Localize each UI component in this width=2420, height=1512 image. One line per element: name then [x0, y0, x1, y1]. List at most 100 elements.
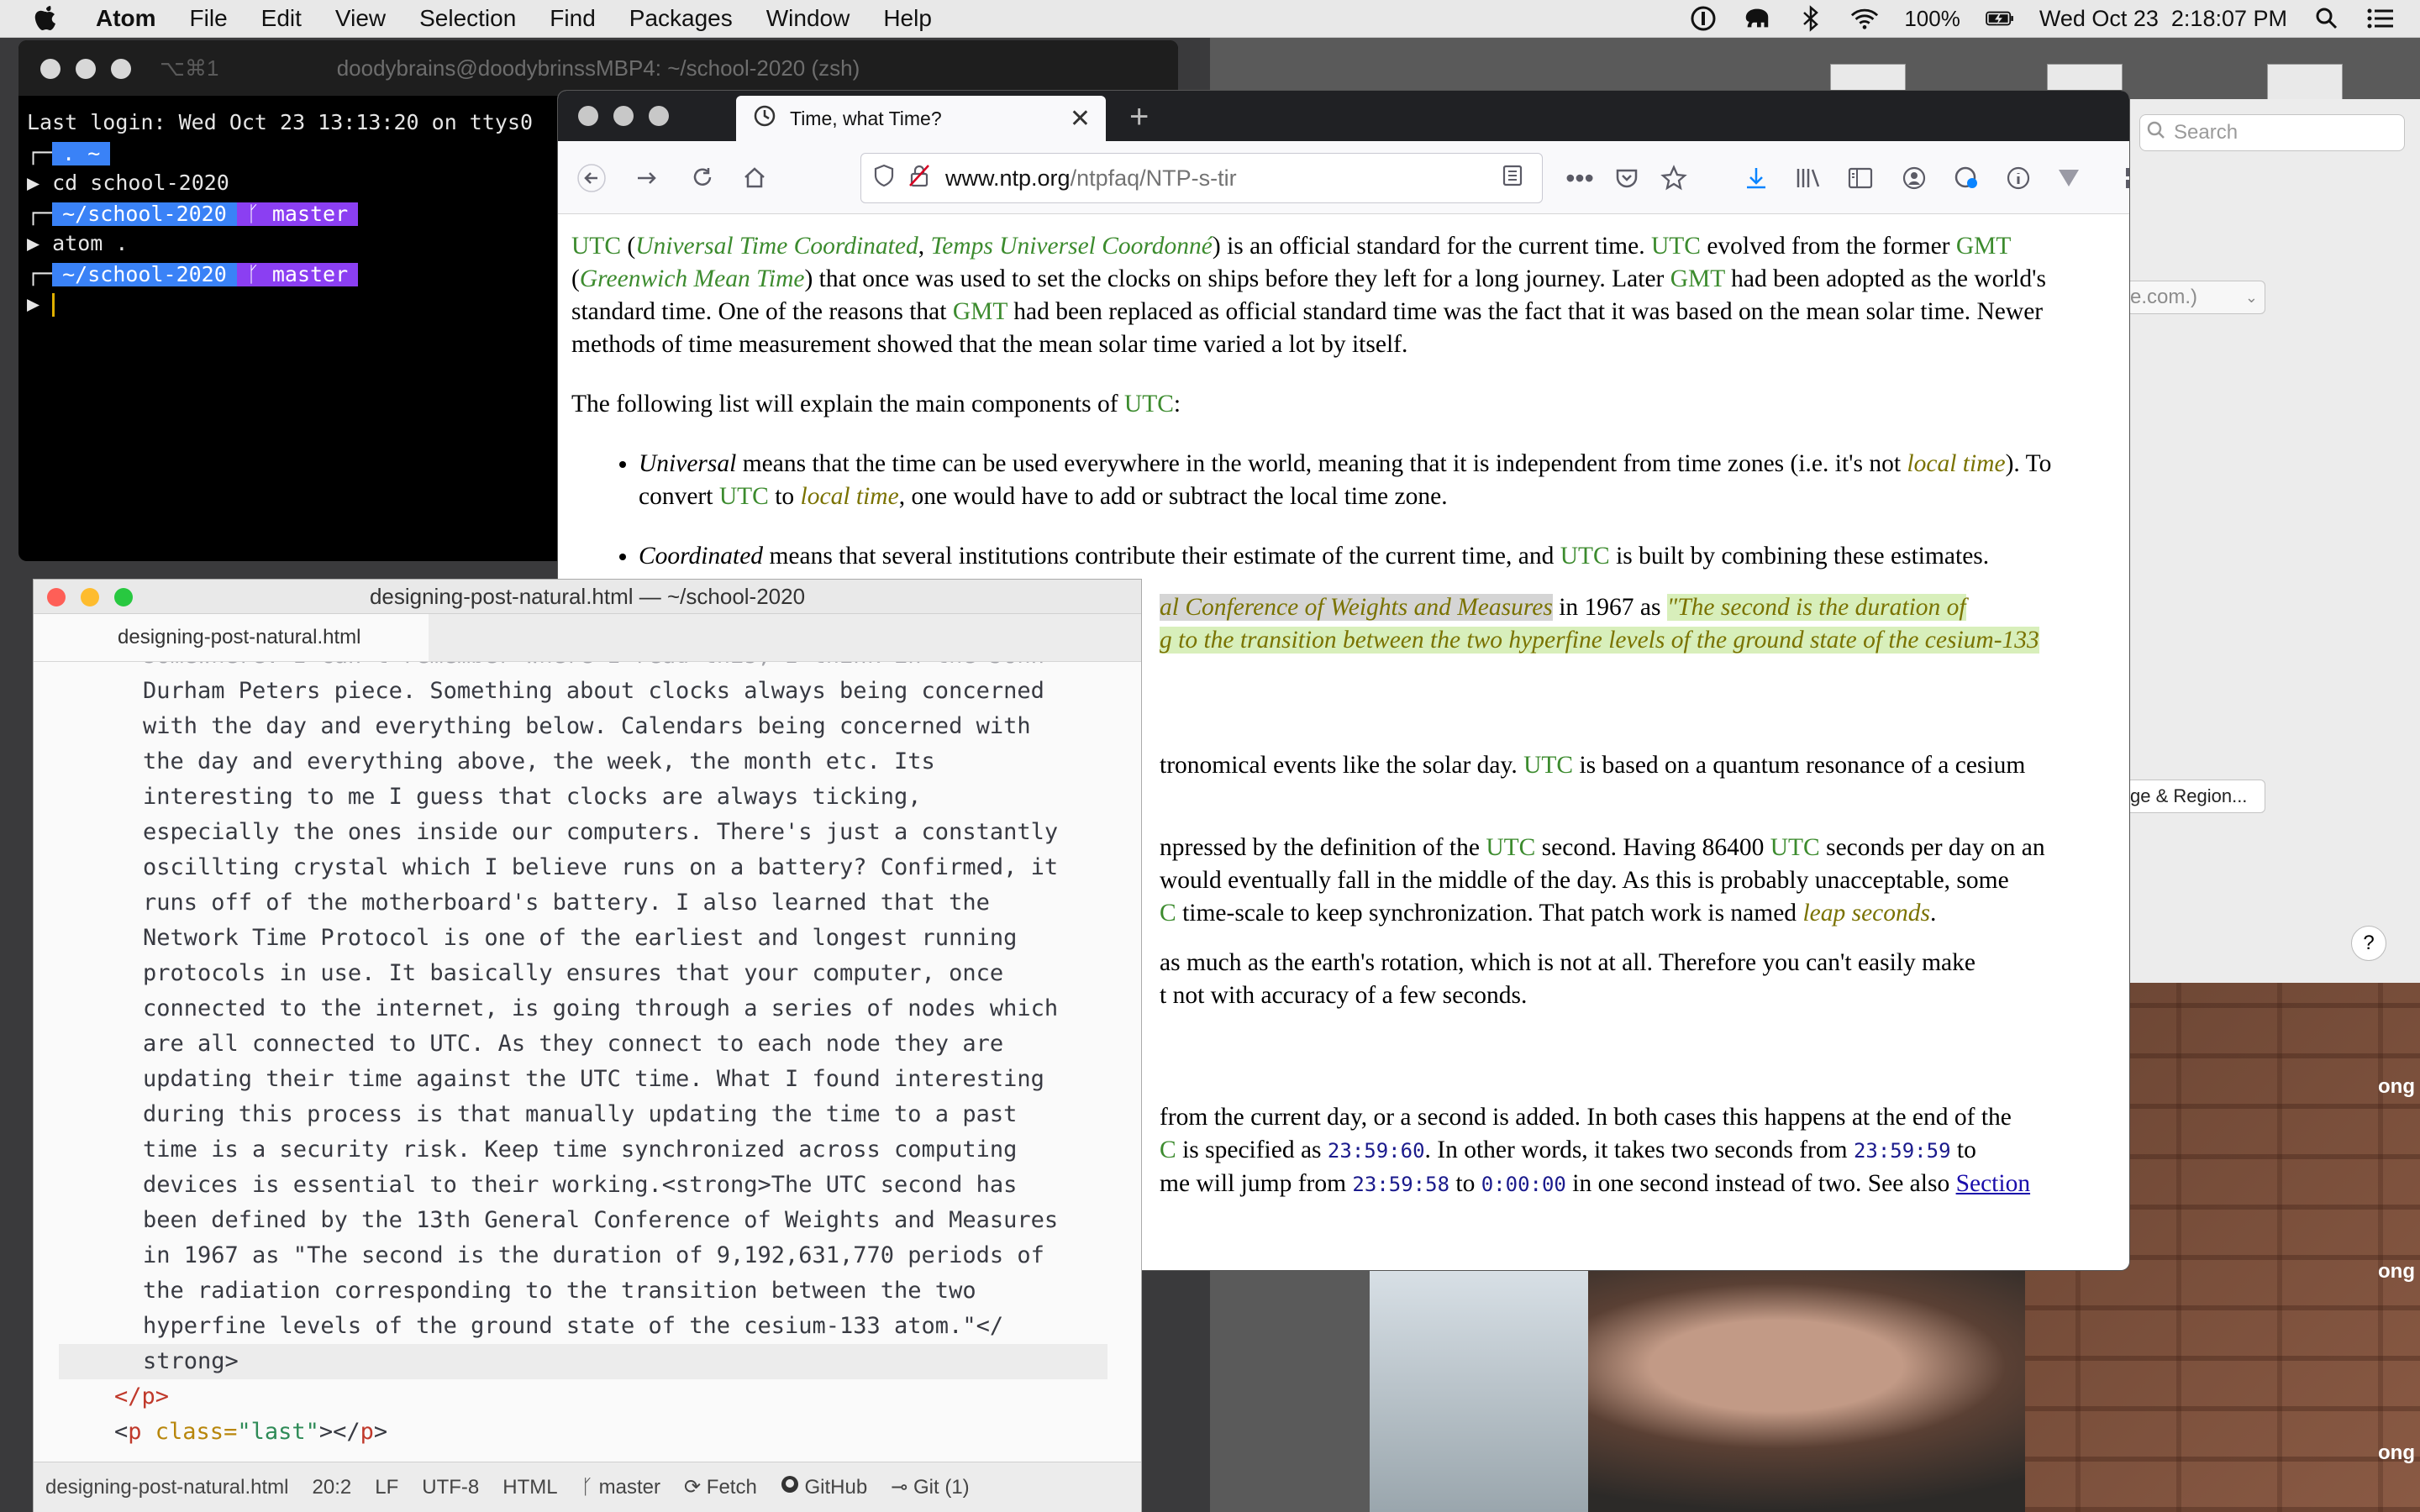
battery-charging-icon[interactable]: [1986, 4, 2014, 33]
code-line: during this process is that manually upd…: [143, 1101, 1018, 1127]
extension-icon[interactable]: [1948, 160, 1985, 197]
code-editor[interactable]: somewhere. I can't remember where I read…: [34, 662, 1141, 1452]
reader-view-icon[interactable]: [1502, 164, 1523, 193]
tab-title: Time, what Time?: [790, 107, 942, 129]
terminal-titlebar[interactable]: ⌥⌘1 doodybrains@doodybrinssMBP4: ~/schoo…: [18, 40, 1178, 96]
status-grammar[interactable]: HTML: [502, 1476, 557, 1499]
downloads-icon[interactable]: [1738, 160, 1775, 197]
status-fetch[interactable]: ⟳ Fetch: [684, 1475, 757, 1499]
status-cursor-position[interactable]: 20:2: [313, 1476, 352, 1499]
menu-view[interactable]: View: [335, 5, 386, 32]
account-icon[interactable]: [1896, 160, 1933, 197]
text-cursor: [52, 293, 55, 317]
status-branch[interactable]: ᚴ master: [581, 1476, 660, 1499]
time-code: 23:59:59: [1853, 1139, 1951, 1163]
text: to: [1950, 1137, 1976, 1163]
text: ) that once was used to set the clocks o…: [804, 265, 1670, 292]
text: means that several institutions contribu…: [763, 543, 1560, 570]
help-button[interactable]: ?: [2351, 926, 2386, 961]
url-bar[interactable]: www.ntp.org/ntpfaq/NTP-s-tir: [860, 153, 1543, 203]
status-github[interactable]: GitHub: [781, 1475, 867, 1499]
new-tab-button[interactable]: +: [1129, 96, 1149, 138]
code-line: Network Time Protocol is one of the earl…: [143, 925, 1018, 951]
status-encoding[interactable]: UTF-8: [422, 1476, 479, 1499]
text: would eventually fall in the middle of t…: [1160, 867, 2009, 894]
bookmark-star-icon[interactable]: [1655, 160, 1692, 197]
language-region-button[interactable]: ge & Region...: [2126, 780, 2265, 813]
menu-help[interactable]: Help: [883, 5, 932, 32]
extensions-puzzle-icon[interactable]: [2118, 160, 2129, 197]
prompt-directory: . ~: [52, 142, 111, 165]
text: . In other words, it takes two seconds f…: [1424, 1137, 1854, 1163]
elephant-icon[interactable]: [1743, 4, 1771, 33]
atom-window[interactable]: designing-post-natural.html — ~/school-2…: [34, 580, 1141, 1512]
code-line: Durham Peters piece. Something about clo…: [143, 678, 1044, 704]
page-actions-icon[interactable]: •••: [1561, 160, 1598, 197]
home-icon[interactable]: [736, 160, 773, 197]
code-line: especially the ones inside our computers…: [143, 819, 1059, 845]
text: seconds per day on an: [1819, 834, 2045, 861]
bluetooth-icon[interactable]: [1797, 4, 1825, 33]
menu-window[interactable]: Window: [766, 5, 850, 32]
reload-icon[interactable]: [684, 160, 721, 197]
language-region-label: ge & Region...: [2130, 785, 2248, 806]
notification-center-icon[interactable]: [2366, 4, 2395, 33]
search-icon: [2147, 121, 2165, 145]
prefs-search-input[interactable]: Search: [2139, 114, 2405, 151]
spotlight-search-icon[interactable]: [2312, 4, 2341, 33]
section-link[interactable]: Section: [1956, 1170, 2031, 1197]
browser-tab[interactable]: Time, what Time? ✕: [736, 96, 1106, 141]
list-item: Coordinated means that several instituti…: [639, 540, 2116, 573]
password-manager-icon[interactable]: [1689, 4, 1718, 33]
components-list: Universal means that the time can be use…: [571, 448, 2116, 573]
code-line: the radiation corresponding to the trans…: [143, 1278, 976, 1304]
vpn-icon[interactable]: [2050, 160, 2087, 197]
menu-find[interactable]: Find: [550, 5, 595, 32]
gmt-term: GMT: [1670, 265, 1725, 292]
battery-percentage: 100%: [1904, 5, 1960, 31]
utc-long-term: Universal Time Coordinated: [635, 233, 918, 260]
sidebar-icon[interactable]: [1842, 160, 1879, 197]
second-definition-quote: g to the transition between the two hype…: [1160, 627, 2039, 654]
clock-icon: [753, 104, 776, 133]
menu-packages[interactable]: Packages: [629, 5, 733, 32]
atom-titlebar[interactable]: designing-post-natural.html — ~/school-2…: [34, 580, 1141, 614]
shield-icon[interactable]: [873, 164, 895, 193]
menu-app-name[interactable]: Atom: [96, 5, 156, 32]
status-git[interactable]: ⊸ Git (1): [891, 1475, 969, 1499]
prompt-git-branch: ᚴ master: [236, 202, 359, 226]
close-tab-icon[interactable]: ✕: [1070, 104, 1091, 134]
info-extension-icon[interactable]: [2000, 160, 2037, 197]
apple-icon[interactable]: [34, 4, 59, 33]
utc-french-term: Temps Universel Coordonné: [930, 233, 1213, 260]
insecure-lock-icon[interactable]: [908, 164, 930, 193]
status-line-ending[interactable]: LF: [375, 1476, 398, 1499]
local-time-term: local time: [1907, 450, 2006, 477]
text: is built by combining these estimates.: [1609, 543, 1990, 570]
library-icon[interactable]: [1790, 160, 1827, 197]
text: .: [1930, 900, 1937, 927]
leap-seconds-term: leap seconds: [1802, 900, 1930, 927]
status-file-name[interactable]: designing-post-natural.html: [45, 1476, 289, 1499]
utc-term: UTC: [1486, 834, 1536, 861]
menu-edit[interactable]: Edit: [261, 5, 302, 32]
forward-arrow-icon[interactable]: [629, 160, 666, 197]
code-token: p: [128, 1419, 142, 1445]
menu-file[interactable]: File: [190, 5, 228, 32]
menu-clock[interactable]: Wed Oct 23 2:18:07 PM: [2039, 6, 2287, 32]
zoom-window-button[interactable]: [649, 106, 669, 126]
wifi-icon[interactable]: [1850, 4, 1879, 33]
minimize-window-button[interactable]: [613, 106, 634, 126]
menu-selection[interactable]: Selection: [419, 5, 516, 32]
browser-toolbar: www.ntp.org/ntpfaq/NTP-s-tir •••: [558, 141, 2129, 214]
status-branch-label: master: [598, 1475, 661, 1499]
close-window-button[interactable]: [578, 106, 598, 126]
status-github-label: GitHub: [804, 1476, 868, 1499]
code-line: with the day and everything below. Calen…: [143, 713, 1031, 739]
pocket-icon[interactable]: [1608, 160, 1645, 197]
prefs-region-select[interactable]: e.com.) ⌄: [2126, 281, 2265, 314]
editor-tab[interactable]: designing-post-natural.html: [34, 614, 429, 661]
github-icon: [781, 1476, 805, 1499]
back-arrow-icon[interactable]: [573, 160, 610, 197]
prompt-git-branch: ᚴ master: [236, 263, 359, 286]
